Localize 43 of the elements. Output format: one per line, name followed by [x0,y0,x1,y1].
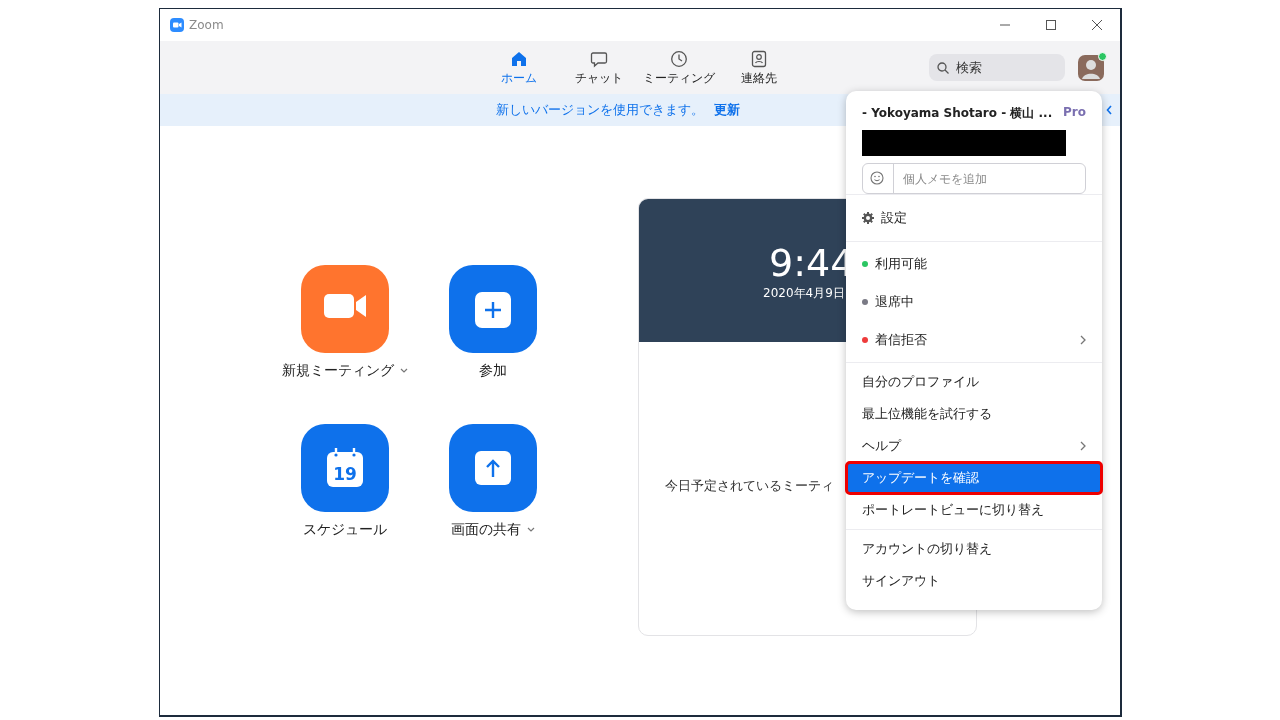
search-field[interactable]: 検索 [929,54,1065,81]
action-button[interactable]: 19 スケジュール [285,424,405,539]
dropdown-caret-icon [527,527,535,533]
nav-tab[interactable]: ホーム [479,45,559,90]
menu-item[interactable]: 利用可能 [846,245,1102,283]
nav-tab[interactable]: ミーティング [639,45,719,90]
plan-label: Pro [1063,105,1086,121]
no-meetings-message: 今日予定されているミーティ [665,477,834,495]
window-title: Zoom [189,18,224,32]
zoom-logo-icon [170,18,184,32]
update-link[interactable]: 更新 [714,101,740,119]
menu-item[interactable]: 退席中 [846,283,1102,321]
gear-icon [862,212,874,224]
plus-icon [472,290,514,328]
update-notice: 新しいバージョンを使用できます。 [496,101,704,119]
menu-item[interactable]: サインアウト [846,565,1102,597]
chevron-right-icon [1080,335,1086,345]
menu-item[interactable]: 着信拒否 [846,321,1102,359]
chevron-left-icon [1106,105,1112,115]
user-name: - Yokoyama Shotaro - 横山 ... [862,105,1053,122]
menu-item[interactable]: アップデートを確認 [846,462,1102,494]
dropdown-caret-icon [400,368,408,374]
avatar-icon [1078,54,1104,81]
menu-item[interactable]: アカウントの切り替え [846,533,1102,565]
nav-tab[interactable]: 連絡先 [719,45,799,90]
close-icon [1092,20,1102,30]
maximize-icon [1046,20,1056,30]
clock-date: 2020年4月9日 [763,285,845,302]
home-icon [510,49,528,68]
contact-card-icon [750,49,768,68]
clock-icon [670,49,688,68]
chat-bubble-icon [590,49,608,68]
action-button[interactable]: 画面の共有 [433,424,553,539]
menu-item[interactable]: 自分のプロファイル [846,366,1102,398]
note-field[interactable]: 個人メモを追加 [862,163,1086,194]
menu-item[interactable]: ポートレートビューに切り替え [846,494,1102,526]
menu-item[interactable]: 設定 [846,198,1102,238]
search-icon [937,62,949,74]
chevron-right-icon [1080,441,1086,451]
smiley-icon [870,171,884,185]
menu-item[interactable]: 最上位機能を試行する [846,398,1102,430]
nav-tab[interactable]: チャット [559,45,639,90]
action-button[interactable]: 参加 [433,265,553,380]
